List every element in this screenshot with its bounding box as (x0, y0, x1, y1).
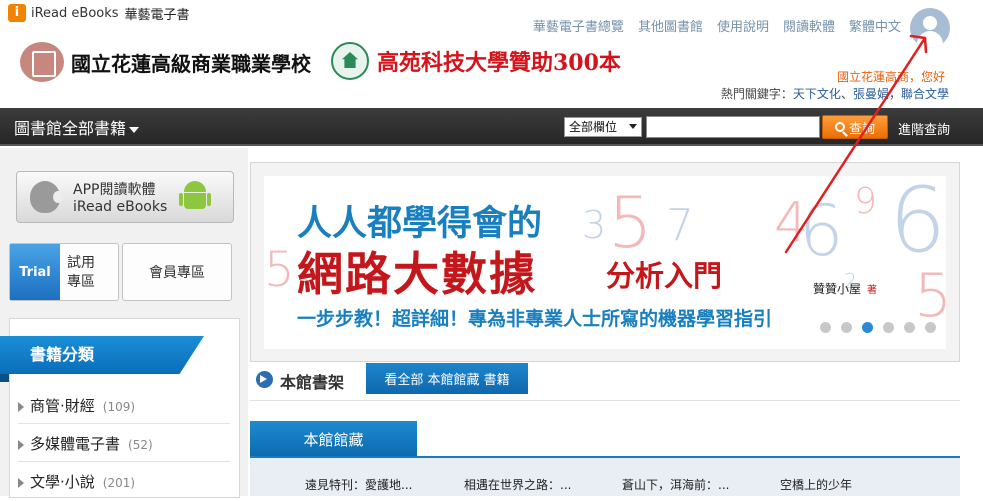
category-item[interactable]: 文學·小說 (201) (18, 464, 230, 500)
carousel-dot[interactable] (820, 322, 831, 333)
search-icon (834, 122, 845, 132)
hot-keywords: 熱門關鍵字：天下文化、張曼娟，聯合文學 (720, 87, 949, 101)
nav-bar: 圖書館全部書籍 全部欄位 查詢 進階查詢 (0, 108, 983, 146)
banner-title-suffix: 分析入門 (606, 259, 723, 293)
link-reader-software[interactable]: 閱讀軟體 (783, 16, 835, 35)
tab-collection[interactable]: 本館館藏 (250, 421, 417, 457)
book-title[interactable]: 蒼山下，洱海前：... (622, 476, 729, 493)
divider (250, 400, 960, 401)
link-help[interactable]: 使用說明 (717, 16, 769, 35)
link-other-libraries[interactable]: 其他圖書館 (638, 16, 703, 35)
search-button-label: 查詢 (848, 121, 875, 137)
brand-chinese-name: 華藝電子書 (124, 7, 190, 23)
library-books-label: 圖書館全部書籍 (14, 119, 127, 138)
book-title[interactable]: 相遇在世界之路：... (464, 476, 571, 493)
search-field-select[interactable]: 全部欄位 (564, 117, 642, 137)
sponsor-name: 高苑科技大學贊助300本 (377, 50, 621, 76)
hot-keywords-label: 熱門關鍵字： (720, 87, 793, 101)
caret-down-icon (129, 126, 140, 133)
android-icon (179, 181, 211, 213)
triangle-right-icon (18, 401, 24, 412)
decorative-number: 5 (264, 242, 295, 298)
app-button-line2: iRead eBooks (73, 199, 168, 215)
dropdown-arrow-icon (629, 124, 637, 129)
sponsor-seal-icon (331, 42, 369, 80)
search-input[interactable] (646, 116, 820, 138)
category-label: 多媒體電子書 (30, 435, 121, 453)
banner-subtitle: 一步步教！超詳細！專為非專業人士所寫的機器學習指引 (297, 308, 773, 330)
category-title: 書籍分類 (0, 336, 204, 374)
trial-badge: Trial (10, 244, 60, 300)
book-title[interactable]: 遠見特刊：愛護地... (305, 476, 412, 493)
category-count: (52) (128, 438, 153, 452)
category-item[interactable]: 商管·財經 (109) (18, 388, 230, 424)
link-language[interactable]: 繁體中文 (849, 16, 901, 35)
brand-logo[interactable]: i iRead eBooks 華藝電子書 (8, 3, 190, 23)
user-greeting: 國立花蓮高商，您好 (836, 70, 945, 84)
arrow-circle-icon (256, 371, 273, 388)
carousel-dot[interactable] (883, 322, 894, 333)
carousel-dots (820, 322, 936, 333)
hot-keyword-link[interactable]: 張曼娟 (853, 87, 889, 101)
carousel-dot[interactable] (862, 322, 873, 333)
link-ebook-overview[interactable]: 華藝電子書總覽 (533, 16, 624, 35)
decorative-number: 3 (582, 203, 607, 247)
carousel-dot[interactable] (904, 322, 915, 333)
triangle-right-icon (18, 477, 24, 488)
decorative-number: 5 (914, 261, 946, 331)
hot-keyword-link[interactable]: 聯合文學 (901, 87, 949, 101)
category-label: 商管·財經 (30, 397, 95, 415)
hot-keyword-link[interactable]: 天下文化 (793, 87, 841, 101)
decorative-number: 9 (854, 181, 877, 222)
carousel-dot[interactable] (841, 322, 852, 333)
library-books-menu[interactable]: 圖書館全部書籍 (14, 115, 140, 139)
triangle-right-icon (18, 439, 24, 450)
decorative-number: 5 (608, 182, 653, 264)
trial-label: 試用專區 (67, 255, 95, 290)
decorative-number: 6 (799, 190, 844, 272)
view-all-button[interactable]: 看全部 本館館藏 書籍 (366, 363, 528, 394)
top-links: 華藝電子書總覽 其他圖書館 使用說明 閱讀軟體 繁體中文 (533, 16, 901, 35)
decorative-number: 6 (889, 176, 946, 273)
banner-author: 贊贊小屋著 (813, 280, 877, 297)
app-button-line1: APP閱讀軟體 (73, 182, 156, 198)
category-item[interactable]: 多媒體電子書 (52) (18, 426, 230, 462)
app-reader-button[interactable]: APP閱讀軟體 iRead eBooks (16, 171, 234, 223)
author-mark: 著 (867, 285, 878, 296)
school-seal-icon (20, 42, 64, 82)
shelf-title: 本館書架 (280, 373, 345, 392)
member-zone-button[interactable]: 會員專區 (122, 243, 232, 301)
user-avatar-icon[interactable] (910, 8, 950, 48)
apple-icon (30, 181, 63, 213)
brand-mark-icon: i (8, 4, 26, 22)
book-title[interactable]: 空橋上的少年 (780, 476, 852, 493)
brand-name: iRead eBooks (31, 5, 119, 21)
school-logo: 國立花蓮高級商業職業學校 (20, 42, 311, 82)
school-name: 國立花蓮高級商業職業學校 (71, 51, 311, 76)
search-button[interactable]: 查詢 (822, 115, 888, 139)
category-label: 文學·小說 (30, 473, 95, 491)
banner-title: 網路大數據 (297, 247, 537, 301)
carousel-dot[interactable] (925, 322, 936, 333)
search-field-value: 全部欄位 (569, 120, 618, 134)
decorative-number: 7 (666, 200, 694, 251)
advanced-search-link[interactable]: 進階查詢 (898, 119, 950, 138)
author-name: 贊贊小屋 (813, 282, 862, 296)
category-count: (109) (102, 400, 136, 414)
category-count: (201) (102, 476, 136, 490)
ribbon-fold (0, 374, 9, 382)
trial-zone-button[interactable]: Trial 試用專區 (9, 243, 119, 301)
sponsor-logo: 高苑科技大學贊助300本 (331, 42, 621, 80)
